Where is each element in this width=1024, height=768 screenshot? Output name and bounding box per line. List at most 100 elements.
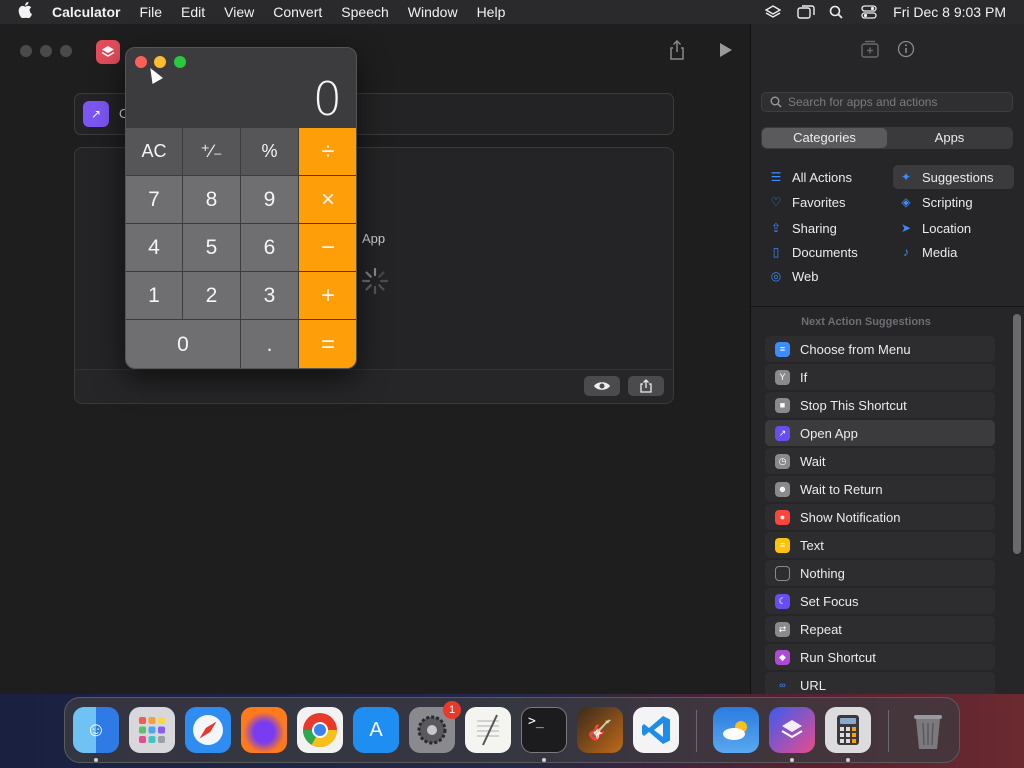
dock-app-store-icon[interactable]: A — [353, 707, 399, 753]
dock-weather-icon[interactable] — [713, 707, 759, 753]
menu-help[interactable]: Help — [477, 4, 506, 20]
dock-calculator-icon[interactable] — [825, 707, 871, 753]
running-indicator — [790, 758, 794, 762]
suggestions-scrollbar[interactable] — [1013, 314, 1021, 554]
tab-categories[interactable]: Categories — [762, 128, 887, 148]
preview-eye-button[interactable] — [584, 376, 620, 396]
suggestion-show-notification[interactable]: ● Show Notification — [765, 504, 995, 530]
category-scripting[interactable]: ◈ Scripting — [893, 190, 1014, 214]
layers-status-icon[interactable] — [764, 5, 782, 19]
spotlight-search-icon[interactable] — [829, 5, 845, 19]
key-1[interactable]: 1 — [126, 272, 183, 320]
calc-zoom-button[interactable] — [174, 56, 186, 68]
dock-trash-icon[interactable] — [905, 707, 951, 753]
key-5[interactable]: 5 — [183, 224, 241, 272]
library-segmented-control: Categories Apps — [761, 127, 1013, 149]
shortcut-app-icon[interactable] — [96, 40, 120, 64]
action-library-panel: Search for apps and actions Categories A… — [750, 24, 1024, 698]
menu-app-name[interactable]: Calculator — [52, 4, 120, 20]
suggestion-set-focus[interactable]: ☾ Set Focus — [765, 588, 995, 614]
category-web[interactable]: ◎ Web — [763, 264, 883, 288]
dock-textedit-icon[interactable] — [465, 707, 511, 753]
share-icon[interactable] — [668, 39, 686, 60]
category-label: Favorites — [792, 194, 846, 210]
suggestion-choose-from-menu[interactable]: ≡ Choose from Menu — [765, 336, 995, 362]
add-action-icon[interactable] — [861, 40, 879, 58]
dock-launchpad-icon[interactable] — [129, 707, 175, 753]
category-all-actions[interactable]: ☰ All Actions — [763, 165, 883, 189]
menu-bar: Calculator File Edit View Convert Speech… — [0, 0, 1024, 24]
category-documents[interactable]: ▯ Documents — [763, 240, 883, 264]
window-close-button[interactable] — [20, 45, 32, 57]
dock-firefox-icon[interactable] — [241, 707, 287, 753]
suggestion-nothing[interactable]: Nothing — [765, 560, 995, 586]
suggestion-run-shortcut[interactable]: ◆ Run Shortcut — [765, 644, 995, 670]
calc-close-button[interactable] — [135, 56, 147, 68]
key-clear[interactable]: AC — [126, 128, 183, 176]
moon-icon: ☾ — [775, 593, 790, 609]
dock-shortcuts-icon[interactable] — [769, 707, 815, 753]
key-2[interactable]: 2 — [183, 272, 241, 320]
category-label: Web — [792, 268, 819, 284]
window-zoom-button[interactable] — [60, 45, 72, 57]
menu-speech[interactable]: Speech — [341, 4, 388, 20]
category-suggestions[interactable]: ✦ Suggestions — [893, 165, 1014, 189]
dock-separator — [888, 710, 889, 752]
dock-terminal-icon[interactable]: >_ — [521, 707, 567, 753]
action-search-field[interactable]: Search for apps and actions — [761, 92, 1013, 112]
dock-chrome-icon[interactable] — [297, 707, 343, 753]
key-divide[interactable]: ÷ — [299, 128, 356, 176]
menu-window[interactable]: Window — [408, 4, 458, 20]
suggestion-label: Stop This Shortcut — [800, 397, 907, 413]
window-minimize-button[interactable] — [40, 45, 52, 57]
suggestion-if[interactable]: Y If — [765, 364, 995, 390]
suggestion-open-app[interactable]: ↗ Open App — [765, 420, 995, 446]
key-6[interactable]: 6 — [241, 224, 299, 272]
suggestion-repeat[interactable]: ⇄ Repeat — [765, 616, 995, 642]
suggestion-label: URL — [800, 677, 827, 693]
key-add[interactable]: + — [299, 272, 356, 320]
category-label: Scripting — [922, 194, 973, 210]
dock-garageband-icon[interactable]: 🎸 — [577, 707, 623, 753]
apple-menu-icon[interactable] — [18, 1, 38, 22]
key-percent[interactable]: % — [241, 128, 299, 176]
tab-apps[interactable]: Apps — [887, 128, 1012, 148]
dock-vscode-icon[interactable] — [633, 707, 679, 753]
menu-edit[interactable]: Edit — [181, 4, 205, 20]
key-8[interactable]: 8 — [183, 176, 241, 224]
key-decimal[interactable]: . — [241, 320, 299, 368]
dock-finder-icon[interactable]: ☺ — [73, 707, 119, 753]
run-shortcut-play-icon[interactable] — [720, 43, 732, 57]
dock-safari-icon[interactable] — [185, 707, 231, 753]
key-7[interactable]: 7 — [126, 176, 183, 224]
suggestion-text[interactable]: ≡ Text — [765, 532, 995, 558]
category-favorites[interactable]: ♡ Favorites — [763, 190, 883, 214]
key-plus-minus[interactable]: ⁺∕₋ — [183, 128, 241, 176]
card-share-button[interactable] — [628, 376, 664, 396]
stop-icon: ■ — [775, 397, 790, 413]
category-sharing[interactable]: ⇪ Sharing — [763, 216, 883, 240]
dock: ☺ A 1 >_ 🎸 — [64, 697, 960, 763]
key-multiply[interactable]: × — [299, 176, 356, 224]
key-9[interactable]: 9 — [241, 176, 299, 224]
key-3[interactable]: 3 — [241, 272, 299, 320]
suggestion-wait[interactable]: ◷ Wait — [765, 448, 995, 474]
menu-view[interactable]: View — [224, 4, 254, 20]
key-subtract[interactable]: − — [299, 224, 356, 272]
dock-system-settings-icon[interactable]: 1 — [409, 701, 461, 753]
key-4[interactable]: 4 — [126, 224, 183, 272]
menu-file[interactable]: File — [139, 4, 162, 20]
suggestion-stop-this-shortcut[interactable]: ■ Stop This Shortcut — [765, 392, 995, 418]
key-0[interactable]: 0 — [126, 320, 241, 368]
menu-convert[interactable]: Convert — [273, 4, 322, 20]
calculator-window: 0 AC ⁺∕₋ % ÷ 7 8 9 × 4 5 6 − 1 2 3 + 0 .… — [125, 47, 357, 369]
menu-bar-clock[interactable]: Fri Dec 8 9:03 PM — [893, 4, 1006, 20]
key-equals[interactable]: = — [299, 320, 356, 368]
suggestion-wait-to-return[interactable]: ☻ Wait to Return — [765, 476, 995, 502]
branch-icon: Y — [775, 369, 790, 385]
control-center-icon[interactable] — [861, 5, 877, 19]
window-switcher-icon[interactable] — [797, 5, 815, 19]
category-media[interactable]: ♪ Media — [893, 240, 1014, 264]
info-icon[interactable] — [897, 40, 915, 58]
category-location[interactable]: ➤ Location — [893, 216, 1014, 240]
